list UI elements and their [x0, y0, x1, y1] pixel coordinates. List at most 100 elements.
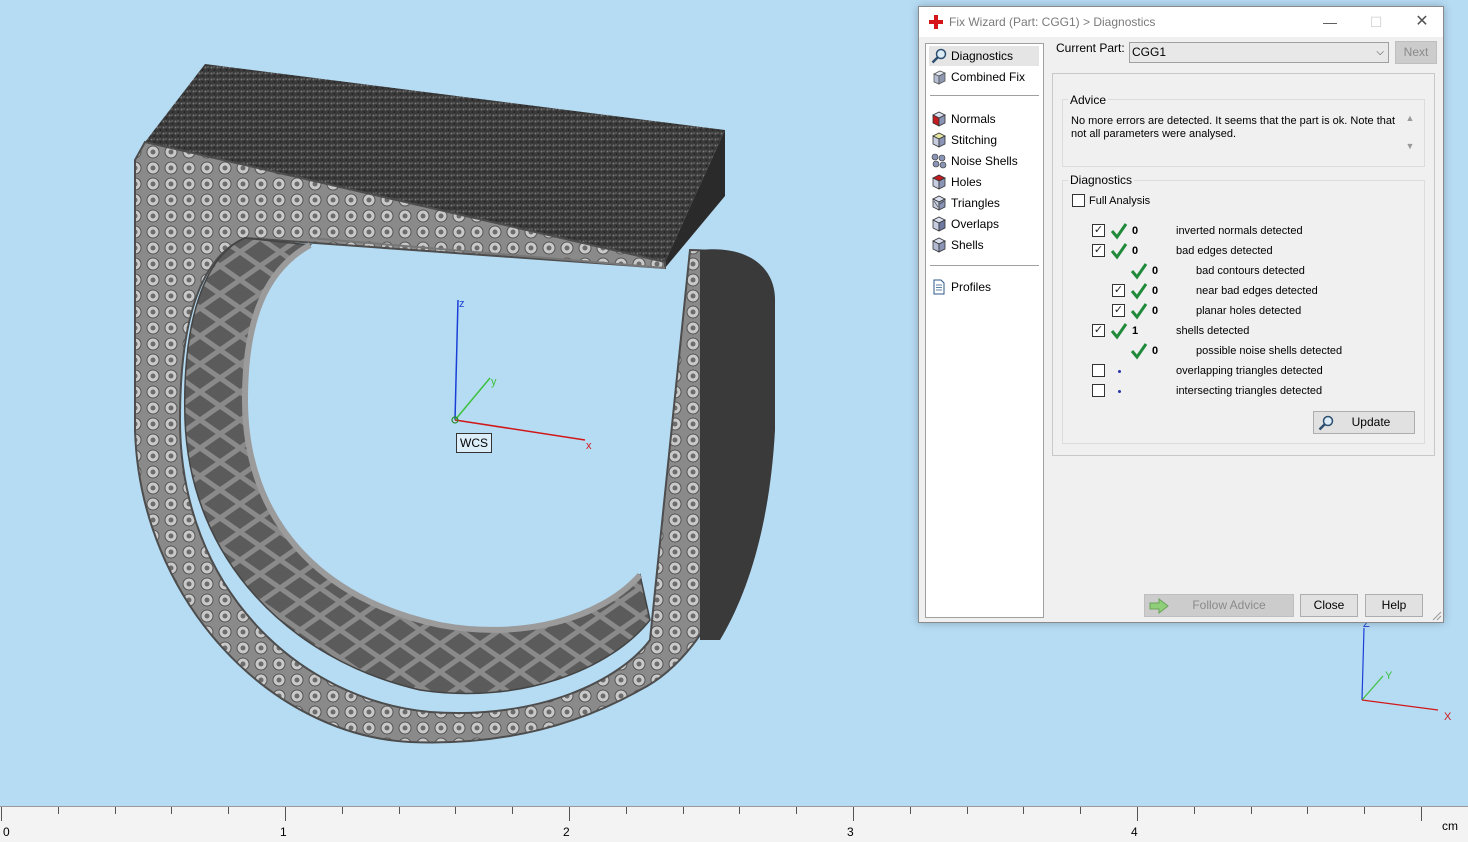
mini-z-axis: [1361, 627, 1365, 701]
ruler-tick: [1, 807, 2, 821]
check-icon: [1110, 243, 1128, 260]
nav-item-noise-shells[interactable]: Noise Shells: [929, 151, 1039, 171]
ruler-number: 2: [563, 825, 570, 839]
close-icon[interactable]: ✕: [1399, 7, 1445, 37]
ruler-number: 0: [3, 825, 10, 839]
follow-advice-button[interactable]: Follow Advice: [1144, 594, 1294, 617]
bad-edges-checkbox[interactable]: ✓: [1092, 244, 1105, 257]
ruler-tick: [455, 807, 456, 814]
close-button[interactable]: Close: [1300, 594, 1358, 617]
help-button[interactable]: Help: [1365, 594, 1423, 617]
nav-item-diagnostics[interactable]: Diagnostics: [929, 46, 1039, 66]
ruler-tick: [1194, 807, 1195, 814]
wizard-nav: Diagnostics Combined Fix Normals Stitchi…: [925, 43, 1044, 618]
row-label: overlapping triangles detected: [1176, 365, 1323, 377]
mini-x-axis: [1361, 699, 1439, 711]
shells-icon: [932, 237, 946, 253]
dialog-title: Fix Wizard (Part: CGG1) > Diagnostics: [949, 15, 1156, 29]
ruler-tick: [512, 807, 513, 814]
current-part-select[interactable]: CGG1 ⌵: [1129, 42, 1389, 63]
current-part-label: Current Part:: [1056, 41, 1125, 55]
ruler-tick: [171, 807, 172, 814]
resize-grip-icon[interactable]: [1432, 611, 1442, 621]
ruler-tick: [1137, 807, 1138, 821]
maximize-icon: ☐: [1369, 14, 1383, 30]
count: 1: [1132, 325, 1139, 337]
magnifier-icon: [1318, 415, 1334, 431]
ruler-number: 3: [847, 825, 854, 839]
nav-label: Triangles: [951, 196, 1000, 210]
wcs-x-label: x: [586, 440, 592, 452]
ring-end-cap: [700, 249, 775, 640]
ruler-tick: [569, 807, 570, 821]
ruler-tick: [1307, 807, 1308, 814]
nav-item-shells[interactable]: Shells: [929, 235, 1039, 255]
advice-title: Advice: [1068, 93, 1109, 107]
next-button[interactable]: Next: [1395, 41, 1437, 64]
stitching-icon: [932, 132, 946, 148]
mini-x-label: X: [1444, 711, 1452, 723]
nav-item-combined-fix[interactable]: Combined Fix: [929, 67, 1039, 87]
update-button[interactable]: Update: [1313, 411, 1415, 434]
check-icon: [1130, 343, 1148, 360]
follow-advice-label: Follow Advice: [1192, 598, 1266, 612]
mini-y-axis: [1361, 675, 1384, 701]
nav-item-overlaps[interactable]: Overlaps: [929, 214, 1039, 234]
overlaps-icon: [932, 216, 946, 232]
ruler-tick: [1364, 807, 1365, 814]
scroll-up-icon[interactable]: ▲: [1403, 113, 1417, 123]
advice-scrollbar[interactable]: ▲ ▼: [1403, 113, 1417, 161]
ruler-tick: [910, 807, 911, 814]
inverted-normals-checkbox[interactable]: ✓: [1092, 224, 1105, 237]
intersecting-triangles-checkbox[interactable]: [1092, 384, 1105, 397]
nav-label: Overlaps: [951, 217, 1000, 231]
nav-item-normals[interactable]: Normals: [929, 109, 1039, 129]
arrow-right-icon: [1149, 598, 1169, 614]
check-icon: [1130, 303, 1148, 320]
nav-item-profiles[interactable]: Profiles: [929, 277, 1039, 297]
not-analysed-dot: [1118, 390, 1121, 393]
nav-item-stitching[interactable]: Stitching: [929, 130, 1039, 150]
row-label: bad contours detected: [1196, 265, 1305, 277]
ruler-tick: [228, 807, 229, 814]
count: 0: [1152, 305, 1159, 317]
update-label: Update: [1351, 415, 1391, 429]
dialog-titlebar[interactable]: Fix Wizard (Part: CGG1) > Diagnostics — …: [919, 7, 1443, 37]
row-label: shells detected: [1176, 325, 1250, 337]
holes-icon: [932, 174, 946, 190]
wcs-z-axis: [454, 299, 459, 421]
nav-item-holes[interactable]: Holes: [929, 172, 1039, 192]
nav-label: Diagnostics: [951, 49, 1014, 63]
ruler-tick: [58, 807, 59, 814]
app-cross-icon: [929, 15, 943, 29]
full-analysis-checkbox[interactable]: [1072, 194, 1085, 207]
nav-item-triangles[interactable]: Triangles: [929, 193, 1039, 213]
count: 0: [1132, 225, 1139, 237]
magnifier-icon: [931, 48, 947, 64]
ruler-tick: [1023, 807, 1024, 814]
nav-separator: [930, 95, 1039, 96]
ruler-number: 4: [1131, 825, 1138, 839]
advice-text: No more errors are detected. It seems th…: [1071, 115, 1396, 140]
nav-label: Stitching: [951, 133, 998, 147]
overlapping-triangles-checkbox[interactable]: [1092, 364, 1105, 377]
planar-holes-checkbox[interactable]: ✓: [1112, 304, 1125, 317]
nav-label: Combined Fix: [951, 70, 1026, 84]
shells-checkbox[interactable]: ✓: [1092, 324, 1105, 337]
wcs-y-label: y: [491, 376, 497, 388]
ruler-tick: [739, 807, 740, 814]
check-icon: [1130, 263, 1148, 280]
nav-label: Holes: [951, 175, 982, 189]
minimize-icon[interactable]: —: [1307, 7, 1353, 37]
nav-label: Shells: [951, 238, 984, 252]
near-bad-edges-checkbox[interactable]: ✓: [1112, 284, 1125, 297]
row-label: planar holes detected: [1196, 305, 1302, 317]
ruler-tick: [342, 807, 343, 814]
count: 0: [1152, 265, 1159, 277]
noise-shells-icon: [931, 153, 947, 169]
ruler-tick: [1251, 807, 1252, 814]
fix-wizard-dialog: Fix Wizard (Part: CGG1) > Diagnostics — …: [918, 6, 1444, 623]
scroll-down-icon[interactable]: ▼: [1403, 141, 1417, 151]
diagnostics-title: Diagnostics: [1068, 173, 1135, 187]
mini-y-label: Y: [1385, 670, 1393, 682]
